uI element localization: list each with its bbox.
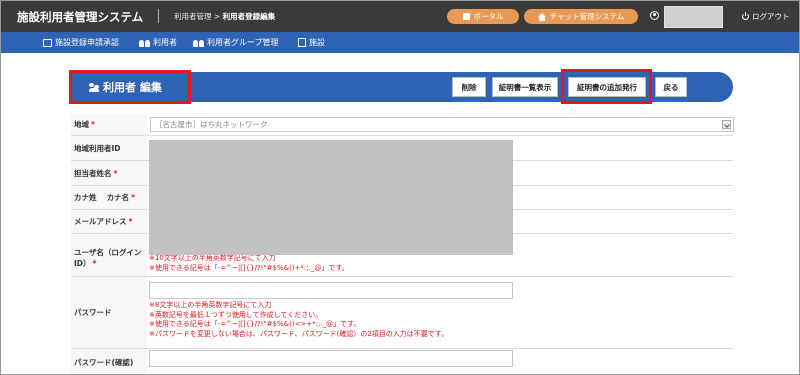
- edit-icon: [43, 38, 52, 47]
- required-mark: *: [92, 259, 97, 268]
- header-divider: [158, 9, 159, 23]
- form-row-password: パスワード ※8文字以上の半角英数字記号にて入力 ※英数記号を最低１つずつ使用し…: [71, 277, 733, 349]
- field-label: ユーザ名（ログインID） *: [71, 234, 147, 276]
- building-icon: [298, 38, 306, 47]
- user-icon: [139, 39, 150, 47]
- breadcrumb-current: 利用者登録編集: [222, 12, 276, 21]
- region-select[interactable]: ［名古屋市］はち丸ネットワーク: [150, 117, 734, 132]
- required-mark: *: [131, 193, 136, 202]
- nav-item-facility-approval[interactable]: 施設登録申請承認: [43, 37, 119, 48]
- field-label: 地域 *: [71, 114, 147, 135]
- region-user-id-label: 地域利用者ID: [74, 143, 121, 153]
- certificate-add-highlight-box: [561, 69, 652, 104]
- home-icon: [537, 12, 546, 21]
- required-mark: *: [91, 120, 95, 129]
- group-icon: [193, 39, 204, 47]
- username-hint: ※10文字以上の半角英数字記号にて入力 ※使用できる記号は「-=^~|[]{}/…: [149, 254, 349, 273]
- top-header: 施設利用者管理システム 利用者管理 > 利用者登録編集 ポータル チャット管理シ…: [1, 1, 799, 32]
- back-button[interactable]: 戻る: [655, 77, 687, 97]
- chat-system-button[interactable]: チャット管理システム: [524, 9, 638, 24]
- user-name-redacted: [664, 6, 723, 28]
- page-title-text: 利用者 編集: [103, 81, 162, 94]
- main-nav: 施設登録申請承認 利用者 利用者グループ管理 施設: [1, 32, 799, 53]
- chevron-down-icon: [722, 120, 731, 129]
- breadcrumb: 利用者管理 > 利用者登録編集: [174, 11, 275, 22]
- page-title: 利用者 編集: [89, 79, 162, 95]
- nav-item-label: 施設登録申請承認: [55, 38, 119, 47]
- kana-label: カナ姓 カナ名: [74, 193, 130, 202]
- field-label: パスワード: [71, 277, 147, 348]
- username-hint-line: ※10文字以上の半角英数字記号にて入力: [149, 254, 276, 262]
- password-hint-line: ※8文字以上の半角英数字記号にて入力: [149, 301, 272, 309]
- logout-button[interactable]: ログアウト: [742, 11, 790, 22]
- field-label: カナ姓 カナ名 *: [71, 186, 147, 209]
- password-hint: ※8文字以上の半角英数字記号にて入力 ※英数記号を最低１つずつ使用して作成してく…: [149, 301, 448, 339]
- portal-button[interactable]: ポータル: [447, 9, 519, 24]
- grid-icon: [462, 13, 470, 20]
- nav-item-facilities[interactable]: 施設: [298, 37, 325, 48]
- users-icon: [89, 82, 99, 92]
- password-confirm-input[interactable]: [149, 350, 513, 367]
- password-label: パスワード: [74, 308, 112, 317]
- password-confirm-label: パスワード(確認): [74, 358, 134, 367]
- username-label: ユーザ名（ログインID）: [74, 248, 142, 268]
- nav-item-user-groups[interactable]: 利用者グループ管理: [193, 37, 279, 48]
- password-input[interactable]: [149, 282, 513, 299]
- user-account-icon[interactable]: [650, 11, 659, 20]
- nav-item-users[interactable]: 利用者: [139, 37, 177, 48]
- portal-button-label: ポータル: [473, 12, 504, 21]
- breadcrumb-separator: >: [213, 12, 221, 21]
- field-label: メールアドレス *: [71, 210, 147, 233]
- form-row-region: 地域 * ［名古屋市］はち丸ネットワーク: [71, 114, 734, 136]
- username-hint-line: ※使用できる記号は「-=^~|[]{}/?!"#$%&()+*:;._@」です。: [149, 263, 349, 272]
- chat-system-button-label: チャット管理システム: [549, 12, 625, 21]
- app-title: 施設利用者管理システム: [17, 10, 144, 24]
- app-window: 施設利用者管理システム 利用者管理 > 利用者登録編集 ポータル チャット管理シ…: [0, 0, 800, 375]
- password-hint-line: ※パスワードを変更しない場合は、パスワード、パスワード(確認）の2項目の入力は不…: [149, 329, 449, 338]
- certificate-list-button[interactable]: 証明書一覧表示: [492, 77, 558, 97]
- nav-item-label: 利用者: [153, 38, 177, 47]
- password-hint-line: ※使用できる記号は「-=^~|[]{}/?!"#$%&()<>+*:;._@」で…: [149, 320, 361, 328]
- required-mark: *: [113, 168, 118, 178]
- required-mark: *: [128, 217, 133, 226]
- region-label: 地域: [74, 120, 89, 129]
- contact-name-label: 担当者姓名: [74, 168, 112, 178]
- region-select-value: ［名古屋市］はち丸ネットワーク: [155, 120, 268, 129]
- redacted-fields-block: [149, 140, 513, 255]
- email-label: メールアドレス: [74, 217, 127, 226]
- breadcrumb-parent[interactable]: 利用者管理: [174, 12, 212, 21]
- field-label: パスワード(確認): [71, 349, 147, 374]
- logout-label: ログアウト: [752, 12, 790, 21]
- delete-button[interactable]: 削除: [452, 77, 486, 97]
- field-label: 地域利用者ID: [71, 136, 147, 160]
- nav-item-label: 利用者グループ管理: [207, 38, 279, 47]
- nav-item-label: 施設: [309, 38, 325, 47]
- form-row-password-confirm: パスワード(確認): [71, 349, 733, 374]
- power-icon: [742, 12, 749, 20]
- field-label: 担当者姓名 *: [71, 161, 147, 185]
- password-hint-line: ※英数記号を最低１つずつ使用して作成してください。: [149, 310, 323, 319]
